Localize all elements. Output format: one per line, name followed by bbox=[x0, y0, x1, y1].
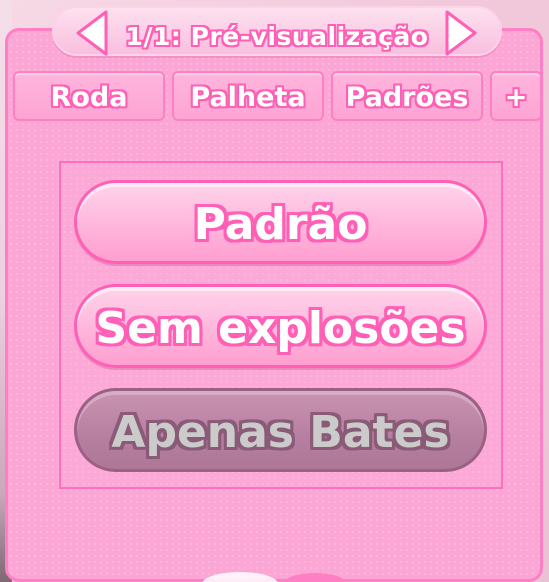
option-padrao-button[interactable]: Padrão bbox=[74, 180, 487, 264]
chevron-right-icon[interactable] bbox=[443, 8, 479, 58]
option-label: Sem explosões bbox=[95, 303, 466, 354]
plus-icon: + bbox=[504, 82, 528, 113]
title-bar: 1/1: Pré-visualização bbox=[52, 6, 502, 56]
tab-add[interactable]: + bbox=[490, 71, 542, 121]
option-sem-explosoes-button[interactable]: Sem explosões bbox=[74, 284, 487, 368]
option-apenas-bates-button[interactable]: Apenas Bates bbox=[74, 388, 487, 472]
tab-label: Padrões bbox=[345, 82, 469, 113]
option-label: Apenas Bates bbox=[111, 407, 450, 458]
chevron-left-icon[interactable] bbox=[74, 8, 110, 58]
tab-label: Palheta bbox=[190, 82, 306, 113]
tab-roda[interactable]: Roda bbox=[13, 71, 165, 121]
page-title: 1/1: Pré-visualização bbox=[125, 22, 429, 51]
tab-label: Roda bbox=[50, 82, 128, 113]
decorative-bubbles bbox=[202, 572, 347, 582]
tab-padroes[interactable]: Padrões bbox=[331, 71, 483, 121]
tab-palheta[interactable]: Palheta bbox=[172, 71, 324, 121]
option-label: Padrão bbox=[193, 199, 368, 250]
